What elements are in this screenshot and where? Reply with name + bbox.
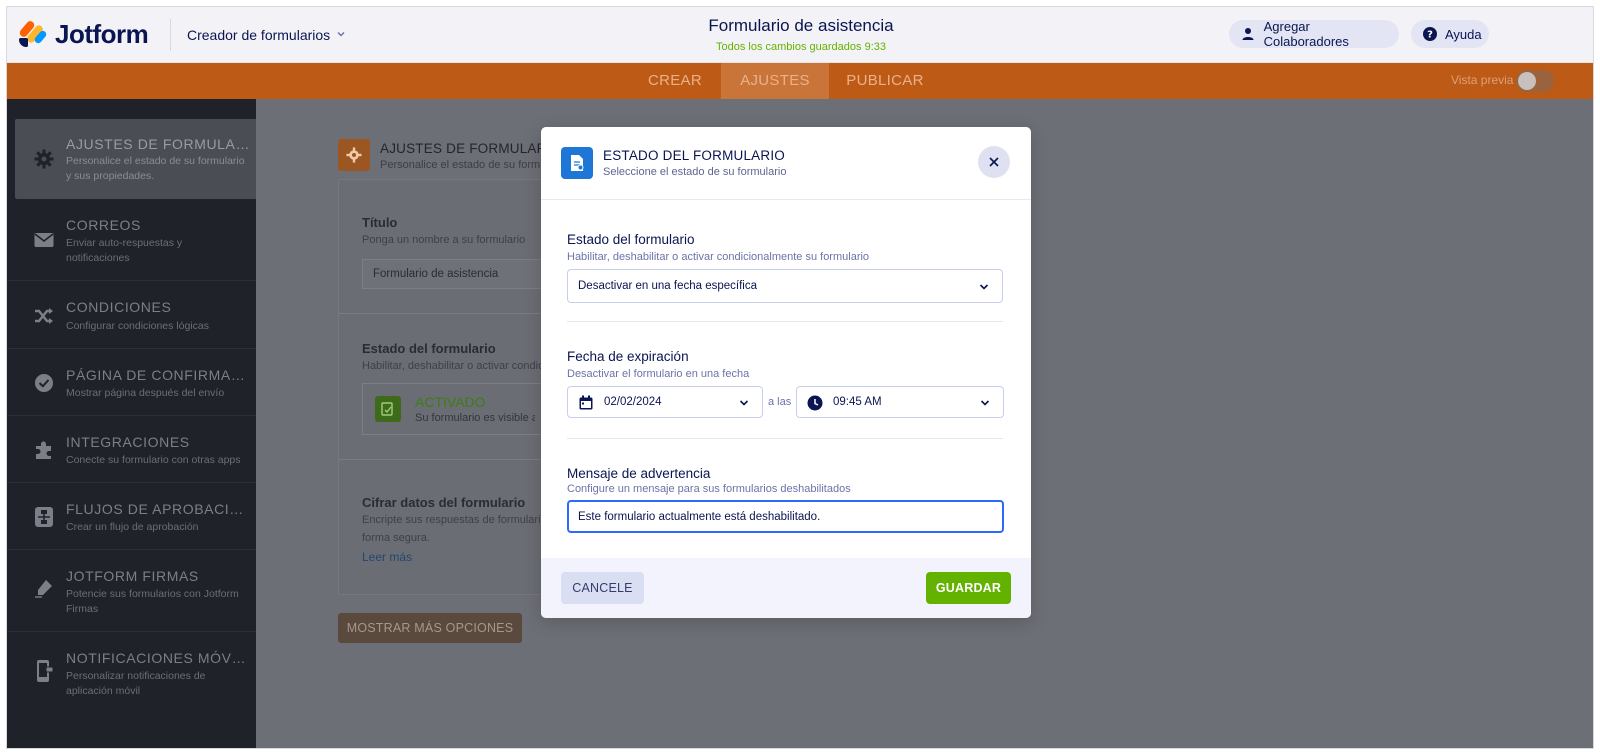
sidebar-item-approval-flows[interactable]: FLUJOS DE APROBACIÓN Crear un flujo de a… — [7, 483, 256, 550]
gear-icon — [33, 148, 55, 170]
at-label: a las — [768, 396, 792, 408]
sidebar-item-desc: Potencie sus formularios con Jotform Fir… — [66, 588, 239, 615]
title-field-sub: Ponga un nombre a su formulario — [362, 234, 526, 246]
sidebar-item-title: CORREOS — [66, 217, 141, 233]
settings-desc: Personalice el estado de su formulario — [380, 159, 568, 171]
cancel-button[interactable]: CANCELE — [561, 572, 644, 604]
form-title-input[interactable]: Formulario de asistencia — [362, 259, 562, 289]
svg-text:?: ? — [1427, 30, 1433, 41]
warning-sub: Configure un mensaje para sus formulario… — [567, 483, 851, 495]
encrypt-label: Cifrar datos del formulario — [362, 495, 526, 510]
puzzle-icon — [33, 439, 55, 461]
expiry-label: Fecha de expiración — [567, 349, 689, 364]
main-nav: CREAR AJUSTES PUBLICAR Vista previa — [7, 63, 1593, 99]
show-more-options-button[interactable]: MOSTRAR MÁS OPCIONES — [338, 613, 522, 643]
divider — [338, 459, 558, 460]
add-collaborators-button[interactable]: Agregar Colaboradores — [1229, 19, 1399, 49]
clock-icon — [807, 395, 823, 411]
expiry-time-picker[interactable]: 09:45 AM — [796, 386, 1004, 418]
sidebar-item-desc: Conecte su formulario con otras apps — [66, 454, 241, 466]
status-label: Estado del formulario — [567, 232, 695, 247]
pen-icon — [33, 577, 55, 599]
modal-subtitle: Seleccione el estado de su formulario — [603, 166, 787, 178]
add-collaborators-label: Agregar Colaboradores — [1263, 19, 1349, 49]
form-active-icon — [375, 396, 401, 422]
sidebar-item-title: JOTFORM FIRMAS — [66, 568, 199, 584]
sidebar-item-title: PÁGINA DE CONFIRMACI... — [66, 367, 250, 383]
sidebar-item-title: AJUSTES DE FORMULARIO — [66, 136, 250, 152]
envelope-icon — [33, 229, 55, 251]
toggle-knob — [1518, 72, 1536, 90]
status-select[interactable]: Desactivar en una fecha específica — [567, 269, 1003, 303]
sidebar-item-thank-you-page[interactable]: PÁGINA DE CONFIRMACI... Mostrar página d… — [7, 349, 256, 416]
sidebar-item-jotform-sign[interactable]: JOTFORM FIRMAS Potencie sus formularios … — [7, 550, 256, 632]
modal-footer: CANCELE GUARDAR — [541, 558, 1031, 618]
title-field-label: Título — [362, 215, 398, 230]
divider — [567, 321, 1003, 322]
help-label: Ayuda — [1445, 26, 1482, 42]
preview-toggle[interactable] — [1516, 70, 1554, 92]
status-selected-value: Desactivar en una fecha específica — [578, 280, 757, 292]
status-value-desc: Su formulario es visible a los usuarios — [415, 412, 535, 424]
status-field-label: Estado del formulario — [362, 341, 496, 356]
sidebar-item-title: NOTIFICACIONES MÓVIL... — [66, 650, 250, 666]
encrypt-desc-2: forma segura. — [362, 532, 430, 544]
chevron-down-icon — [739, 400, 749, 406]
tab-ajustes[interactable]: AJUSTES — [721, 63, 829, 99]
expiry-date-value: 02/02/2024 — [604, 396, 662, 408]
save-button[interactable]: GUARDAR — [926, 572, 1011, 604]
encrypt-desc: Encripte sus respuestas de formulario de — [362, 514, 542, 526]
tab-publicar[interactable]: PUBLICAR — [829, 63, 941, 99]
sidebar-item-desc: Enviar auto-respuestas y notificaciones — [66, 237, 183, 264]
sidebar-item-integrations[interactable]: INTEGRACIONES Conecte su formulario con … — [7, 416, 256, 483]
preview-label: Vista previa — [1451, 73, 1514, 87]
sidebar-item-emails[interactable]: CORREOS Enviar auto-respuestas y notific… — [7, 199, 256, 281]
form-status-icon — [561, 147, 593, 179]
help-icon: ? — [1423, 26, 1437, 42]
expiry-sub: Desactivar el formulario en una fecha — [567, 368, 750, 380]
status-sub: Habilitar, deshabilitar o activar condic… — [567, 251, 870, 263]
form-status-modal: ESTADO DEL FORMULARIO Seleccione el esta… — [541, 127, 1031, 618]
approval-flow-icon — [33, 506, 55, 528]
warning-message-input[interactable]: Este formulario actualmente está deshabi… — [567, 500, 1004, 533]
expiry-date-picker[interactable]: 02/02/2024 — [567, 386, 763, 418]
sidebar-item-mobile-notifications[interactable]: NOTIFICACIONES MÓVIL... Personalizar not… — [7, 632, 256, 714]
sidebar-item-conditions[interactable]: CONDICIONES Configurar condiciones lógic… — [7, 281, 256, 349]
divider — [338, 313, 558, 314]
settings-title: AJUSTES DE FORMULARIO — [380, 141, 562, 156]
divider — [567, 438, 1003, 439]
sidebar-item-form-settings[interactable]: AJUSTES DE FORMULARIO Personalice el est… — [15, 119, 256, 199]
tab-crear[interactable]: CREAR — [629, 63, 721, 99]
sidebar-item-desc: Personalice el estado de su formulario y… — [66, 155, 245, 182]
help-button[interactable]: ? Ayuda — [1411, 20, 1489, 48]
sidebar-item-desc: Personalizar notificaciones de aplicació… — [66, 670, 206, 697]
chevron-down-icon — [980, 400, 990, 406]
sidebar-item-desc: Configurar condiciones lógicas — [66, 320, 209, 332]
sidebar-item-desc: Mostrar página después del envío — [66, 387, 225, 399]
check-circle-icon — [33, 372, 55, 394]
user-icon — [1241, 26, 1256, 42]
status-field-sub: Habilitar, deshabilitar o activar condic… — [362, 360, 542, 372]
expiry-time-value: 09:45 AM — [833, 396, 882, 408]
modal-header: ESTADO DEL FORMULARIO Seleccione el esta… — [541, 127, 1031, 200]
status-card[interactable]: ACTIVADO Su formulario es visible a los … — [362, 383, 562, 435]
settings-sidebar: AJUSTES DE FORMULARIO Personalice el est… — [7, 99, 256, 748]
close-button[interactable] — [978, 146, 1010, 178]
shuffle-icon — [33, 305, 55, 327]
top-bar: Jotform Creador de formularios Formulari… — [7, 7, 1593, 63]
sidebar-item-title: INTEGRACIONES — [66, 434, 190, 450]
sidebar-item-title: CONDICIONES — [66, 299, 172, 315]
calendar-icon — [579, 395, 593, 410]
app-window: Jotform Creador de formularios Formulari… — [6, 6, 1594, 749]
chevron-down-icon — [979, 284, 989, 290]
mobile-icon — [33, 660, 55, 682]
close-icon — [989, 157, 999, 167]
sidebar-item-title: FLUJOS DE APROBACIÓN — [66, 501, 250, 517]
settings-gear-icon — [338, 139, 370, 171]
status-value: ACTIVADO — [415, 394, 486, 410]
modal-title: ESTADO DEL FORMULARIO — [603, 148, 785, 163]
sidebar-item-desc: Crear un flujo de aprobación — [66, 521, 199, 533]
warning-label: Mensaje de advertencia — [567, 466, 711, 481]
learn-more-link[interactable]: Leer más — [362, 550, 412, 564]
